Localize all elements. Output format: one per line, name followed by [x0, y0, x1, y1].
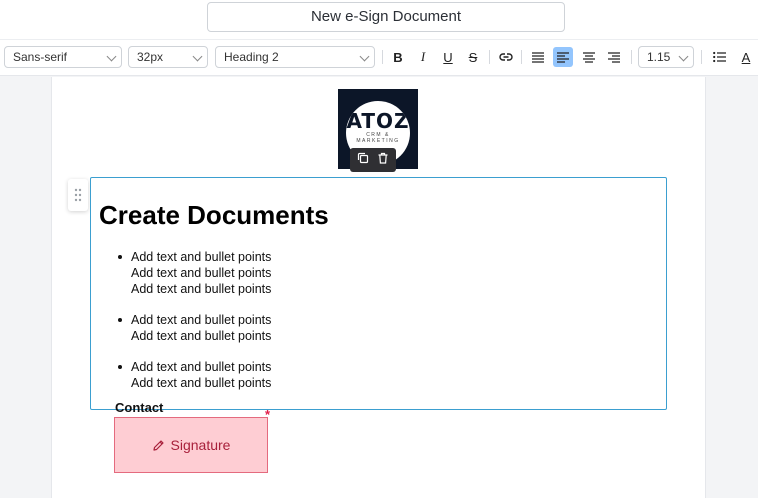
delete-button[interactable] — [377, 151, 389, 169]
align-right-icon — [608, 52, 620, 63]
drag-grip-icon — [74, 188, 82, 202]
chevron-down-icon — [192, 51, 203, 62]
bold-button[interactable]: B — [388, 47, 408, 67]
copy-icon — [358, 152, 369, 164]
block-style-select[interactable]: Heading 2 — [215, 46, 375, 68]
list-item[interactable]: Add text and bullet points Add text and … — [117, 312, 272, 344]
font-size-select[interactable]: 32px — [128, 46, 208, 68]
divider — [631, 50, 632, 64]
list-item-line: Add text and bullet points — [131, 360, 272, 374]
contact-label: Contact — [115, 400, 164, 415]
text-block-selected[interactable]: Create Documents Add text and bullet poi… — [90, 177, 667, 410]
formatting-toolbar: Sans-serif 32px Heading 2 B I U S 1.15 A — [0, 40, 758, 76]
strikethrough-icon: S — [468, 49, 478, 65]
list-item-line: Add text and bullet points — [131, 329, 272, 343]
logo-main-text: ATOZ — [346, 109, 410, 133]
trash-icon — [378, 152, 388, 164]
bullet-list-icon — [712, 51, 726, 63]
italic-button[interactable]: I — [413, 47, 433, 67]
required-marker: * — [265, 407, 271, 422]
align-left-icon — [557, 52, 569, 63]
line-height-value: 1.15 — [647, 50, 671, 64]
align-center-button[interactable] — [579, 47, 599, 67]
list-item[interactable]: Add text and bullet points Add text and … — [117, 359, 272, 391]
font-size-value: 32px — [137, 50, 164, 64]
font-family-value: Sans-serif — [13, 50, 68, 64]
bold-icon: B — [393, 49, 403, 65]
font-family-select[interactable]: Sans-serif — [4, 46, 122, 68]
block-style-value: Heading 2 — [224, 50, 279, 64]
chevron-down-icon — [359, 51, 370, 62]
underline-button[interactable]: U — [438, 47, 458, 67]
list-item-line: Add text and bullet points — [131, 282, 272, 296]
chevron-down-icon — [106, 51, 117, 62]
justify-icon — [532, 52, 544, 63]
signature-field[interactable]: Signature — [114, 417, 268, 473]
text-color-icon: A — [741, 49, 751, 65]
top-bar: New e-Sign Document — [0, 0, 758, 40]
divider — [521, 50, 522, 64]
text-color-button[interactable]: A — [736, 47, 756, 67]
divider — [489, 50, 490, 64]
document-title-input[interactable]: New e-Sign Document — [207, 2, 565, 32]
link-button[interactable] — [496, 47, 516, 67]
document-heading[interactable]: Create Documents — [99, 200, 329, 231]
italic-icon: I — [420, 49, 426, 64]
underline-icon: U — [443, 49, 453, 65]
strikethrough-button[interactable]: S — [463, 47, 483, 67]
logo-sub-text: CRM & MARKETING — [356, 132, 400, 144]
list-item-line: Add text and bullet points — [131, 250, 272, 264]
link-icon — [499, 53, 513, 61]
signature-label: Signature — [170, 437, 231, 453]
divider — [382, 50, 383, 64]
list-item-line: Add text and bullet points — [131, 266, 272, 280]
block-drag-handle[interactable] — [68, 179, 88, 211]
list-item-line: Add text and bullet points — [131, 313, 272, 327]
line-height-select[interactable]: 1.15 — [638, 46, 694, 68]
image-actions-toolbar — [350, 148, 396, 172]
list-item-line: Add text and bullet points — [131, 376, 272, 390]
duplicate-button[interactable] — [357, 151, 369, 169]
list-item[interactable]: Add text and bullet points Add text and … — [117, 249, 272, 297]
bullet-list-button[interactable] — [709, 47, 729, 67]
align-center-icon — [583, 52, 595, 63]
chevron-down-icon — [678, 51, 689, 62]
justify-button[interactable] — [528, 47, 548, 67]
align-left-button[interactable] — [553, 47, 573, 67]
divider — [701, 50, 702, 64]
pencil-icon — [152, 439, 164, 451]
bullet-list[interactable]: Add text and bullet points Add text and … — [117, 249, 272, 406]
align-right-button[interactable] — [604, 47, 624, 67]
